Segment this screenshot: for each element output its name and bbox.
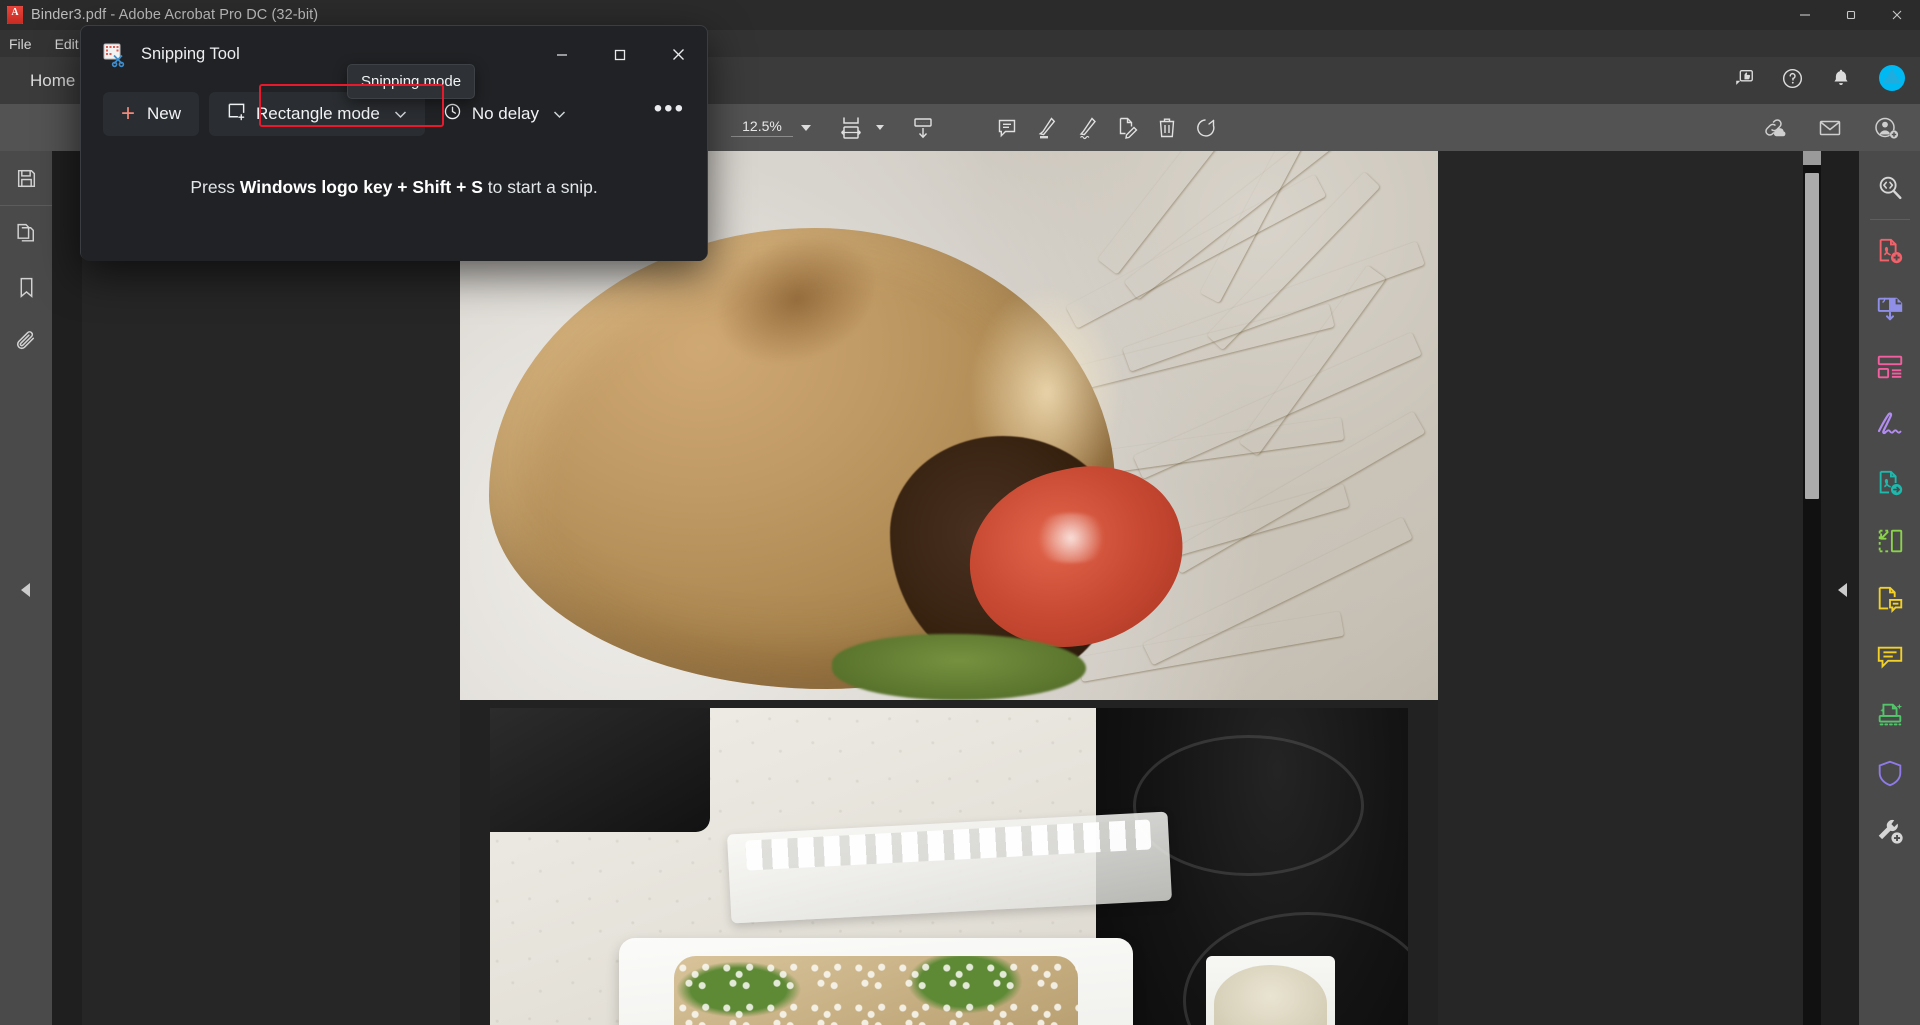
salad (673, 956, 1078, 1025)
vertical-scrollbar[interactable] (1803, 151, 1821, 1025)
dressing-cup (1206, 956, 1335, 1025)
scrollbar-top-cap[interactable] (1803, 151, 1821, 165)
restore-icon[interactable] (1828, 0, 1874, 30)
add-comment-icon[interactable] (987, 108, 1027, 148)
acrobat-application-window: Binder3.pdf - Adobe Acrobat Pro DC (32-b… (0, 0, 1920, 1025)
snip-hint-plus-2: + (451, 177, 472, 197)
protect-icon[interactable] (1859, 744, 1920, 802)
tab-home-label: Home (30, 70, 76, 90)
new-snip-label: New (147, 104, 182, 123)
combine-files-icon[interactable] (1859, 280, 1920, 338)
draw-freehand-icon[interactable] (1067, 108, 1107, 148)
snipping-tool-icon (101, 42, 127, 68)
comment-icon[interactable] (1859, 628, 1920, 686)
lettuce (831, 634, 1086, 700)
scan-and-ocr-icon[interactable] (1859, 686, 1920, 744)
zoom-dropdown-chevron-down-icon[interactable] (795, 108, 817, 148)
snipping-tool-title: Snipping Tool (141, 45, 240, 63)
snip-hint-prefix: Press (190, 177, 240, 197)
notifications-bell-icon[interactable] (1830, 67, 1852, 94)
right-tools-rail (1859, 151, 1920, 1025)
scroll-mode-icon[interactable] (903, 108, 943, 148)
header-right-icons (1733, 57, 1906, 104)
delete-icon[interactable] (1147, 108, 1187, 148)
toolbar-right-tools (1754, 108, 1920, 148)
snipping-tool-window[interactable]: Snipping Tool + New Rectangle mode No de… (80, 25, 708, 261)
menu-item-edit[interactable]: Edit (55, 36, 79, 52)
snip-hint-key-shift: Shift (412, 177, 452, 197)
zoom-level-value[interactable]: 12.5% (731, 118, 793, 137)
snipping-mode-tooltip: Snipping mode (347, 64, 476, 99)
clock-icon (443, 102, 462, 126)
feedback-icon[interactable] (1733, 67, 1755, 94)
export-pdf-icon[interactable] (1859, 454, 1920, 512)
chevron-down-icon (394, 107, 407, 122)
fit-page-icon[interactable] (831, 108, 871, 148)
chevron-down-icon (553, 107, 566, 122)
page-thumbnails-icon[interactable] (0, 206, 52, 260)
search-text-icon[interactable] (1859, 159, 1920, 217)
pdf-file-icon (7, 6, 23, 24)
save-icon[interactable] (0, 151, 52, 205)
close-icon[interactable] (1874, 0, 1920, 30)
highlighter-icon[interactable] (1027, 108, 1067, 148)
collapse-left-panel-icon[interactable] (0, 560, 52, 620)
new-snip-button[interactable]: + New (103, 92, 200, 136)
minimize-icon[interactable] (1782, 0, 1828, 30)
menu-item-file[interactable]: File (9, 36, 32, 52)
rotate-icon[interactable] (1187, 108, 1227, 148)
snip-hint-text: Press Windows logo key + Shift + S to st… (190, 177, 597, 198)
snip-hint-suffix: to start a snip. (482, 177, 598, 197)
bookmarks-icon[interactable] (0, 260, 52, 314)
crop-pages-icon[interactable] (1859, 512, 1920, 570)
pdf-page (460, 151, 1438, 1025)
email-icon[interactable] (1810, 108, 1850, 148)
fit-page-chevron-down-icon[interactable] (871, 108, 889, 148)
add-stamp-icon[interactable] (1107, 108, 1147, 148)
snipping-tool-body: Press Windows logo key + Shift + S to st… (81, 145, 707, 261)
maximize-icon[interactable] (591, 32, 649, 77)
close-icon[interactable] (649, 32, 707, 77)
snipping-mode-label: Rectangle mode (256, 104, 380, 123)
snipping-tool-window-controls (533, 32, 707, 77)
collapse-right-panel-icon[interactable] (1828, 560, 1858, 620)
see-more-icon[interactable]: ••• (654, 97, 685, 121)
snip-hint-key-s: S (471, 177, 483, 197)
scrollbar-thumb[interactable] (1805, 173, 1819, 499)
attachments-icon[interactable] (0, 314, 52, 368)
avatar[interactable] (1878, 64, 1906, 97)
add-person-icon[interactable] (1866, 108, 1906, 148)
snip-hint-key-windows: Windows logo key (239, 177, 393, 197)
create-pdf-icon[interactable] (1859, 222, 1920, 280)
fill-and-sign-icon[interactable] (1859, 396, 1920, 454)
snip-hint-plus-1: + (392, 177, 413, 197)
share-link-icon[interactable] (1754, 108, 1794, 148)
help-icon[interactable] (1781, 67, 1804, 95)
rectangle-snip-icon (227, 102, 246, 126)
organize-pages-icon[interactable] (1859, 338, 1920, 396)
page-image-salad (490, 708, 1408, 1025)
more-tools-icon[interactable] (1859, 802, 1920, 860)
window-controls (1782, 0, 1920, 30)
plus-icon: + (121, 100, 136, 127)
stamp-comment-icon[interactable] (1859, 570, 1920, 628)
minimize-icon[interactable] (533, 32, 591, 77)
delay-label: No delay (471, 104, 539, 123)
document-viewport[interactable] (82, 151, 1821, 1025)
window-title: Binder3.pdf - Adobe Acrobat Pro DC (32-b… (31, 7, 319, 23)
